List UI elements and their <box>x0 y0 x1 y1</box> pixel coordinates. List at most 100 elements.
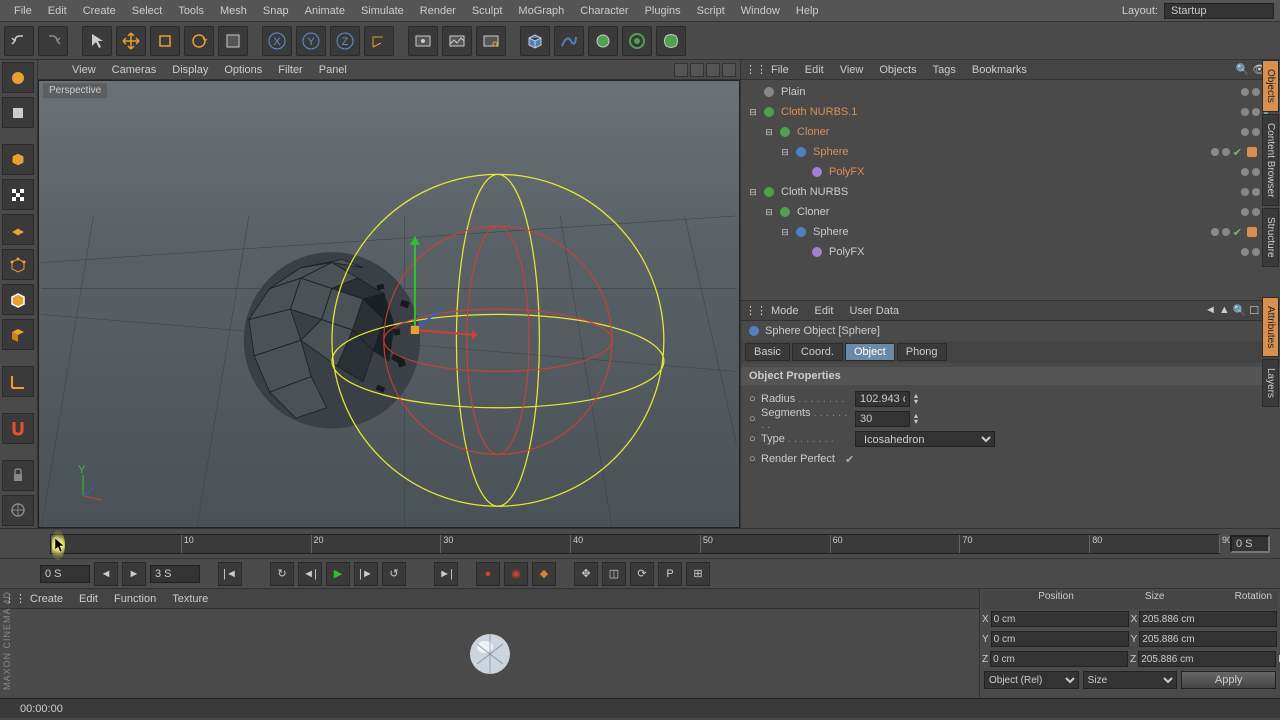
menu-render[interactable]: Render <box>412 5 464 17</box>
am-up-icon[interactable]: ▲ <box>1219 304 1230 317</box>
visibility-dot[interactable] <box>1211 148 1219 156</box>
menu-character[interactable]: Character <box>572 5 636 17</box>
loop-button[interactable]: ↻ <box>270 562 294 586</box>
coord-system[interactable] <box>364 26 394 56</box>
render-dot[interactable] <box>1222 148 1230 156</box>
tree-row[interactable]: ⊟ Sphere ✔ <box>743 222 1278 242</box>
goto-end[interactable]: ►| <box>434 562 458 586</box>
spinner-icon[interactable]: ▴▾ <box>914 413 924 425</box>
edge-mode[interactable] <box>2 284 34 315</box>
side-tab-layers[interactable]: Layers <box>1262 359 1279 407</box>
attr-renderperfect-check[interactable]: ✔ <box>845 453 854 466</box>
size-Z-input[interactable] <box>1138 651 1276 667</box>
menu-edit[interactable]: Edit <box>40 5 75 17</box>
coord-size-select[interactable]: Size <box>1083 671 1178 689</box>
apply-button[interactable]: Apply <box>1181 671 1276 689</box>
tree-row[interactable]: ⊟ Cloner ✔ <box>743 202 1278 222</box>
menu-mesh[interactable]: Mesh <box>212 5 255 17</box>
tree-row[interactable]: ⊟ Cloth NURBS.1 ✔ <box>743 102 1278 122</box>
visibility-dot[interactable] <box>1241 128 1249 136</box>
om-search-icon[interactable]: 🔍 <box>1236 63 1250 76</box>
tree-toggle[interactable]: ⊟ <box>747 106 759 118</box>
axis-mode[interactable] <box>2 366 34 397</box>
goto-start[interactable]: |◄ <box>218 562 242 586</box>
key-scale[interactable]: ◫ <box>602 562 626 586</box>
material-preview[interactable] <box>465 629 515 679</box>
vp-menu-options[interactable]: Options <box>218 64 268 76</box>
mm-menu-texture[interactable]: Texture <box>166 593 214 605</box>
render-dot[interactable] <box>1252 128 1260 136</box>
range-end-input[interactable] <box>150 565 200 583</box>
add-nurbs[interactable] <box>588 26 618 56</box>
render-picture[interactable] <box>442 26 472 56</box>
move-tool[interactable] <box>116 26 146 56</box>
prev-frame[interactable]: ◄| <box>298 562 322 586</box>
side-tab-attributes[interactable]: Attributes <box>1262 297 1279 357</box>
last-tool[interactable] <box>218 26 248 56</box>
tree-row[interactable]: ⊟ Cloner ✔ <box>743 122 1278 142</box>
point-mode[interactable] <box>2 249 34 280</box>
attr-type-select[interactable]: Icosahedron <box>855 431 995 447</box>
side-tab-structure[interactable]: Structure <box>1262 208 1279 267</box>
render-dot[interactable] <box>1252 248 1260 256</box>
am-menu-mode[interactable]: Mode <box>765 305 805 317</box>
tree-toggle[interactable]: ⊟ <box>779 146 791 158</box>
tree-toggle[interactable] <box>795 166 807 178</box>
spinner-icon[interactable]: ▴▾ <box>914 393 924 405</box>
vp-menu-cameras[interactable]: Cameras <box>106 64 163 76</box>
make-editable[interactable] <box>2 144 34 175</box>
select-tool[interactable] <box>82 26 112 56</box>
vp-menu-filter[interactable]: Filter <box>272 64 308 76</box>
timeline[interactable]: 0102030405060708090 <box>0 528 1280 558</box>
attr-tab-basic[interactable]: Basic <box>745 343 790 361</box>
om-menu-tags[interactable]: Tags <box>927 64 962 76</box>
key-rot[interactable]: ⟳ <box>630 562 654 586</box>
object-tree[interactable]: Plain ✔ ⊟ Cloth NURBS.1 ✔ ⊟ Cloner ✔ ⊟ S… <box>741 80 1280 300</box>
locked-workplane[interactable] <box>2 460 34 491</box>
render-dot[interactable] <box>1252 188 1260 196</box>
render-dot[interactable] <box>1252 108 1260 116</box>
workplane-mode[interactable] <box>2 214 34 245</box>
vp-menu-panel[interactable]: Panel <box>313 64 353 76</box>
menu-animate[interactable]: Animate <box>297 5 353 17</box>
enable-check[interactable]: ✔ <box>1233 146 1242 159</box>
am-new-icon[interactable]: ☐ <box>1249 304 1259 317</box>
vp-menu-view[interactable]: View <box>66 64 102 76</box>
attr-tab-object[interactable]: Object <box>845 343 895 361</box>
vp-rotate-icon[interactable] <box>706 63 720 77</box>
mm-menu-create[interactable]: Create <box>24 593 69 605</box>
menu-window[interactable]: Window <box>733 5 788 17</box>
menu-plugins[interactable]: Plugins <box>637 5 689 17</box>
om-menu-objects[interactable]: Objects <box>873 64 922 76</box>
key-pla[interactable]: ⊞ <box>686 562 710 586</box>
coord-space-select[interactable]: Object (Rel) <box>984 671 1079 689</box>
keyframe-sel[interactable]: ◆ <box>532 562 556 586</box>
am-menu-edit[interactable]: Edit <box>809 305 840 317</box>
mm-menu-edit[interactable]: Edit <box>73 593 104 605</box>
size-Y-input[interactable] <box>1139 631 1277 647</box>
y-axis-lock[interactable]: Y <box>296 26 326 56</box>
play-button[interactable]: ▶ <box>326 562 350 586</box>
om-menu-edit[interactable]: Edit <box>799 64 830 76</box>
tree-row[interactable]: PolyFX ✔ <box>743 162 1278 182</box>
menu-snap[interactable]: Snap <box>255 5 297 17</box>
timeline-end-input[interactable] <box>1230 535 1270 553</box>
menu-file[interactable]: File <box>6 5 40 17</box>
pos-X-input[interactable] <box>991 611 1129 627</box>
am-search-icon[interactable]: 🔍 <box>1233 304 1247 317</box>
visibility-dot[interactable] <box>1241 208 1249 216</box>
size-X-input[interactable] <box>1139 611 1277 627</box>
visibility-dot[interactable] <box>1241 168 1249 176</box>
timeline-track[interactable]: 0102030405060708090 <box>50 534 1220 554</box>
side-tab-objects[interactable]: Objects <box>1262 60 1279 112</box>
add-generator[interactable] <box>622 26 652 56</box>
menu-script[interactable]: Script <box>689 5 733 17</box>
visibility-dot[interactable] <box>1241 188 1249 196</box>
mm-menu-function[interactable]: Function <box>108 593 162 605</box>
next-frame[interactable]: |► <box>354 562 378 586</box>
menu-simulate[interactable]: Simulate <box>353 5 412 17</box>
add-cube[interactable] <box>520 26 550 56</box>
tree-row[interactable]: PolyFX ✔ <box>743 242 1278 262</box>
texture-mode[interactable] <box>2 179 34 210</box>
tree-row[interactable]: Plain ✔ <box>743 82 1278 102</box>
